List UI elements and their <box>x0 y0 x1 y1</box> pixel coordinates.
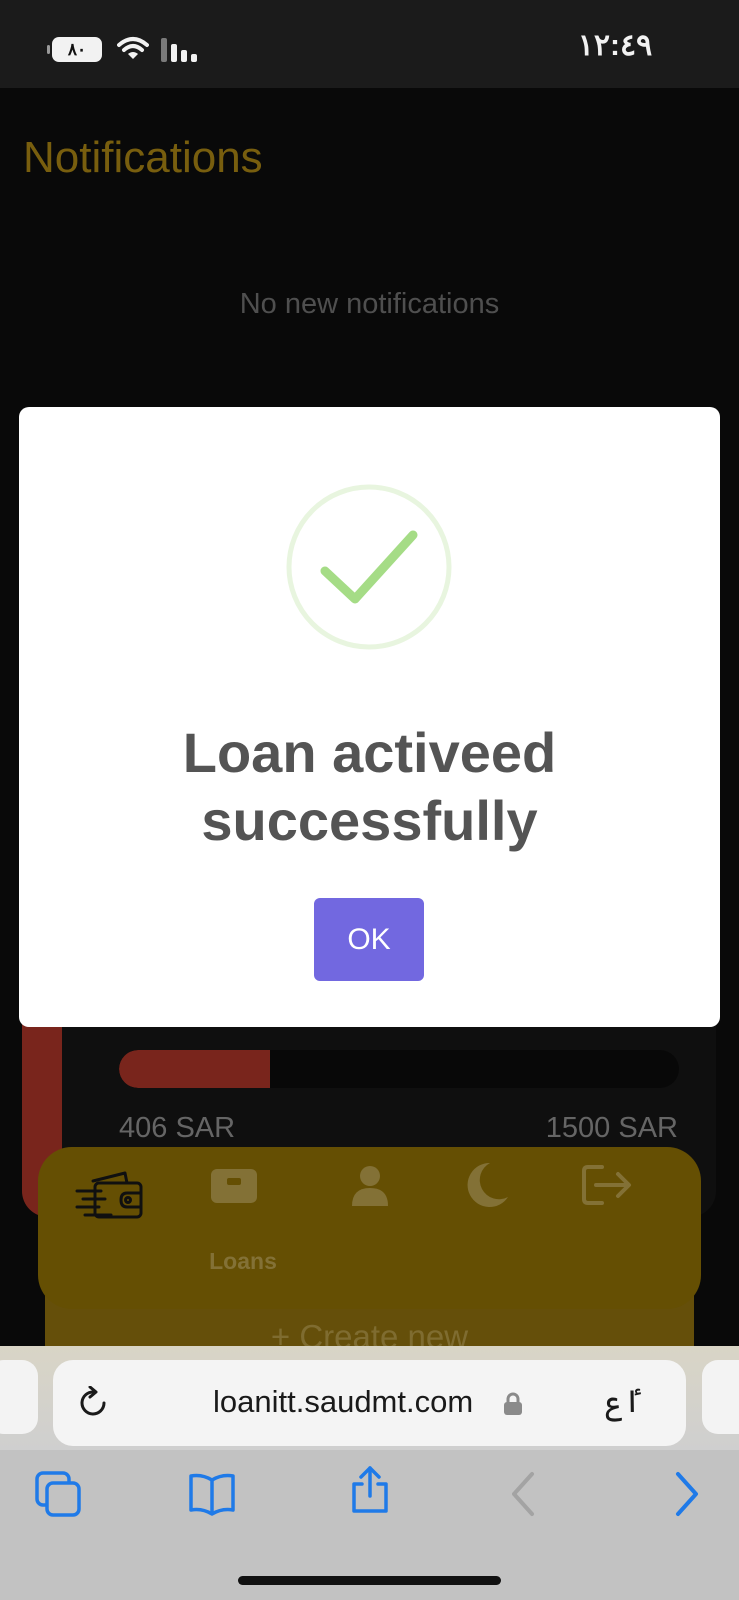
url-text[interactable]: loanitt.saudmt.com <box>213 1384 473 1420</box>
next-tab[interactable] <box>702 1360 739 1434</box>
back-icon[interactable] <box>500 1470 548 1518</box>
wifi-icon <box>117 37 149 59</box>
dialog-title: Loan activeed successfully <box>182 721 557 852</box>
share-icon[interactable] <box>346 1466 394 1514</box>
address-bar[interactable]: loanitt.saudmt.com ٵع <box>53 1360 686 1446</box>
forward-icon[interactable] <box>662 1470 710 1518</box>
tabs-icon[interactable] <box>34 1470 82 1518</box>
previous-tab[interactable] <box>0 1360 38 1434</box>
status-bar: ٨٠ ١٢:٤٩ <box>0 0 739 88</box>
ok-button[interactable]: OK <box>314 898 424 981</box>
success-check-icon <box>286 484 452 650</box>
cellular-signal-icon <box>161 38 201 62</box>
reader-settings-button[interactable]: ٵع <box>605 1384 641 1420</box>
browser-chrome: loanitt.saudmt.com ٵع <box>0 1346 739 1600</box>
home-indicator <box>238 1576 501 1585</box>
battery-icon: ٨٠ <box>47 37 102 62</box>
success-dialog: Loan activeed successfully OK <box>19 407 720 1027</box>
bookmarks-icon[interactable] <box>188 1470 236 1518</box>
lock-icon <box>504 1392 522 1415</box>
status-time: ١٢:٤٩ <box>577 29 653 62</box>
reload-icon[interactable] <box>77 1386 111 1420</box>
